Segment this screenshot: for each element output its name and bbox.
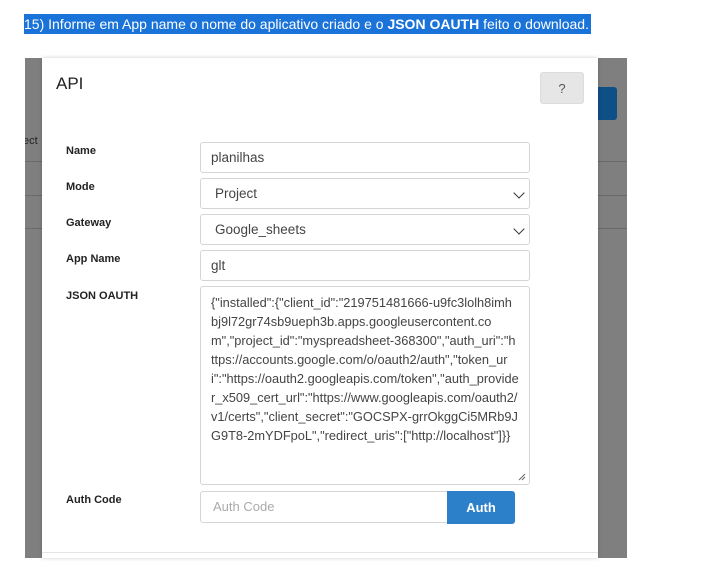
json-oauth-label: JSON OAUTH	[66, 290, 139, 302]
background-divider	[25, 161, 42, 162]
resize-grip-icon[interactable]	[518, 473, 526, 481]
json-oauth-value: {"installed":{"client_id":"219751481666-…	[211, 295, 519, 443]
modal-footer-divider	[42, 552, 598, 553]
gateway-select-value: Google_sheets	[215, 222, 306, 237]
chevron-down-icon	[513, 187, 525, 199]
background-divider	[598, 228, 627, 229]
instruction-prefix: 15) Informe em App name o nome do aplica…	[24, 16, 388, 32]
background-divider	[25, 228, 42, 229]
auth-code-input[interactable]: Auth Code	[200, 491, 448, 523]
name-label: Name	[66, 145, 96, 157]
chevron-down-icon	[513, 223, 525, 235]
instruction-bold: JSON OAUTH	[387, 16, 480, 32]
background-page-left	[25, 58, 42, 558]
modal-title: API	[56, 74, 84, 93]
background-divider	[25, 195, 42, 196]
mode-select[interactable]: Project	[200, 178, 530, 209]
background-divider	[598, 161, 627, 162]
auth-code-label: Auth Code	[66, 494, 122, 506]
background-button	[598, 87, 617, 120]
background-text: ect	[25, 135, 38, 147]
gateway-select[interactable]: Google_sheets	[200, 214, 530, 245]
help-button[interactable]: ?	[540, 72, 584, 104]
mode-select-value: Project	[215, 186, 258, 201]
app-name-label: App Name	[66, 253, 121, 265]
mode-label: Mode	[66, 181, 95, 193]
api-modal: API ? Name planilhas Mode Project Gatewa…	[42, 58, 598, 558]
background-divider	[598, 195, 627, 196]
instruction-suffix: feito o download.	[479, 16, 589, 32]
name-input[interactable]: planilhas	[200, 142, 530, 173]
app-name-input[interactable]: glt	[200, 250, 530, 281]
json-oauth-textarea[interactable]: {"installed":{"client_id":"219751481666-…	[200, 286, 530, 485]
instruction-caption: 15) Informe em App name o nome do aplica…	[24, 14, 591, 34]
gateway-label: Gateway	[66, 217, 112, 229]
auth-button[interactable]: Auth	[447, 491, 515, 524]
